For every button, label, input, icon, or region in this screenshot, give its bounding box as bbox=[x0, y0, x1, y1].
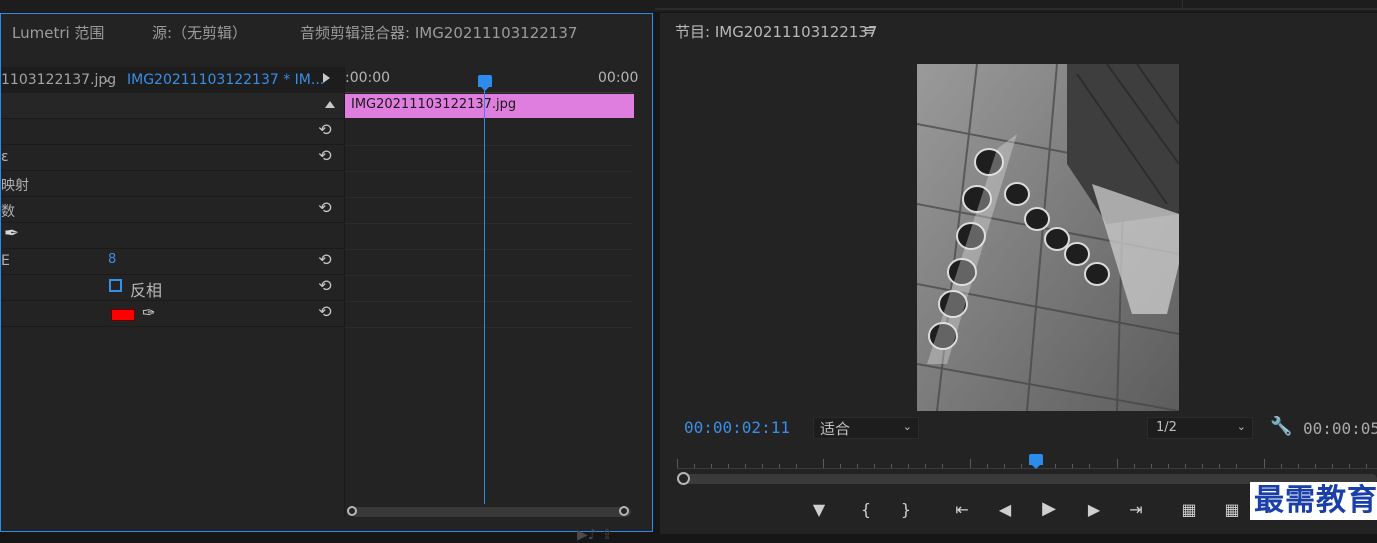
tab-source[interactable]: 源:（无剪辑） bbox=[152, 22, 247, 43]
scroll-handle-left[interactable] bbox=[677, 472, 690, 485]
color-swatch[interactable] bbox=[111, 309, 135, 321]
play-icon[interactable]: ▶ bbox=[1037, 498, 1061, 519]
insert-icon[interactable]: ▦ bbox=[1177, 500, 1201, 519]
chevron-down-icon: ⌄ bbox=[1236, 420, 1246, 433]
video-frame-image bbox=[917, 64, 1179, 411]
tab-lumetri-scopes[interactable]: Lumetri 范围 bbox=[12, 22, 104, 43]
reset-icon[interactable]: ⟲ bbox=[317, 200, 333, 216]
property-row: E 8 ⟲ bbox=[1, 249, 344, 275]
playhead-handle[interactable] bbox=[478, 75, 492, 91]
program-ruler[interactable] bbox=[677, 468, 1377, 469]
eyedropper-icon[interactable]: ✑ bbox=[142, 303, 155, 322]
reset-icon[interactable]: ⟲ bbox=[317, 278, 333, 294]
zoom-fit-value: 适合 bbox=[820, 420, 851, 438]
invert-label: 反相 bbox=[130, 281, 163, 300]
step-back-icon[interactable]: ◀ bbox=[993, 500, 1017, 519]
tab-audio-clip-mixer[interactable]: 音频剪辑混合器: IMG20211103122137 bbox=[300, 22, 577, 43]
property-value[interactable]: 8 bbox=[108, 252, 116, 267]
property-row bbox=[1, 93, 344, 119]
property-label: ɛ bbox=[1, 149, 9, 165]
sequence-duration: 00:00:05 bbox=[1303, 419, 1377, 438]
reset-icon[interactable]: ⟲ bbox=[317, 122, 333, 138]
clip-bar[interactable]: IMG20211103122137.jpg bbox=[345, 94, 634, 118]
step-forward-icon[interactable]: ▶ bbox=[1082, 500, 1106, 519]
property-row: 数 ⟲ bbox=[1, 197, 344, 223]
program-playhead[interactable] bbox=[1029, 454, 1043, 469]
timeline-start-time: :00:00 bbox=[345, 70, 391, 86]
resolution-value: 1/2 bbox=[1156, 420, 1177, 435]
go-to-out-icon[interactable]: ⇥ bbox=[1124, 500, 1148, 519]
effect-timeline[interactable]: :00:00 00:00 IMG20211103122137.jpg ▶♪ ⇪ bbox=[345, 67, 638, 543]
scroll-handle-left[interactable] bbox=[347, 506, 357, 516]
scroll-handle-right[interactable] bbox=[619, 506, 629, 516]
chevron-down-icon: ⌄ bbox=[902, 420, 912, 433]
panel-menu-icon[interactable]: ≡ bbox=[863, 21, 876, 39]
clip-name: IMG20211103122137.jpg bbox=[351, 97, 517, 112]
invert-checkbox[interactable] bbox=[109, 279, 122, 292]
effect-controls-panel: Lumetri 范围 源:（无剪辑） 音频剪辑混合器: IMG202111031… bbox=[0, 13, 653, 543]
property-label: 数 bbox=[1, 204, 15, 220]
chevron-down-icon[interactable]: ⌄ bbox=[102, 71, 112, 85]
playhead-line bbox=[484, 87, 485, 504]
source-bar: 1103122137.jpg ⌄ IMG20211103122137 * IM.… bbox=[1, 67, 344, 93]
reset-icon[interactable]: ⟲ bbox=[317, 252, 333, 268]
go-to-in-icon[interactable]: ⇤ bbox=[950, 500, 974, 519]
collapse-arrow-icon[interactable] bbox=[325, 101, 335, 108]
add-marker-icon[interactable]: ▼ bbox=[807, 500, 831, 519]
overwrite-icon[interactable]: ▦ bbox=[1220, 500, 1244, 519]
property-label: E bbox=[1, 253, 10, 269]
property-row: ✒ bbox=[1, 223, 344, 249]
pen-tool-icon[interactable]: ✒ bbox=[4, 223, 19, 244]
property-label: 映射 bbox=[1, 178, 29, 194]
property-row: 反相 ⟲ bbox=[1, 275, 344, 301]
property-row: ✑ ⟲ bbox=[1, 301, 344, 327]
timeline-scrollbar[interactable] bbox=[351, 507, 631, 517]
mark-in-icon[interactable]: { bbox=[854, 500, 878, 519]
sequence-clip-name[interactable]: IMG20211103122137 * IM... bbox=[127, 72, 324, 88]
reset-icon[interactable]: ⟲ bbox=[317, 148, 333, 164]
top-strip bbox=[0, 0, 1377, 12]
program-monitor-title[interactable]: 节目: IMG20211103122137 bbox=[675, 21, 877, 42]
current-timecode[interactable]: 00:00:02:11 bbox=[684, 418, 790, 437]
property-row: ⟲ bbox=[1, 119, 344, 145]
zoom-fit-select[interactable]: 适合 ⌄ bbox=[813, 417, 919, 439]
timeline-end-time: 00:00 bbox=[598, 70, 639, 86]
master-clip-name[interactable]: 1103122137.jpg bbox=[1, 72, 116, 88]
watermark-logo: 最需教育 bbox=[1250, 482, 1377, 520]
video-preview bbox=[917, 64, 1179, 411]
mark-out-icon[interactable]: } bbox=[894, 500, 918, 519]
property-row: ɛ ⟲ bbox=[1, 145, 344, 171]
play-triangle-icon[interactable] bbox=[323, 73, 330, 83]
program-monitor-panel: 节目: IMG20211103122137 ≡ 00:00:02:11 适合 ⌄… bbox=[660, 13, 1377, 534]
reset-icon[interactable]: ⟲ bbox=[317, 304, 333, 320]
property-row: 映射 bbox=[1, 171, 344, 197]
settings-wrench-icon[interactable]: 🔧 bbox=[1270, 416, 1292, 437]
audio-export-icons[interactable]: ▶♪ ⇪ bbox=[577, 527, 613, 543]
playback-resolution-select[interactable]: 1/2 ⌄ bbox=[1147, 417, 1253, 439]
